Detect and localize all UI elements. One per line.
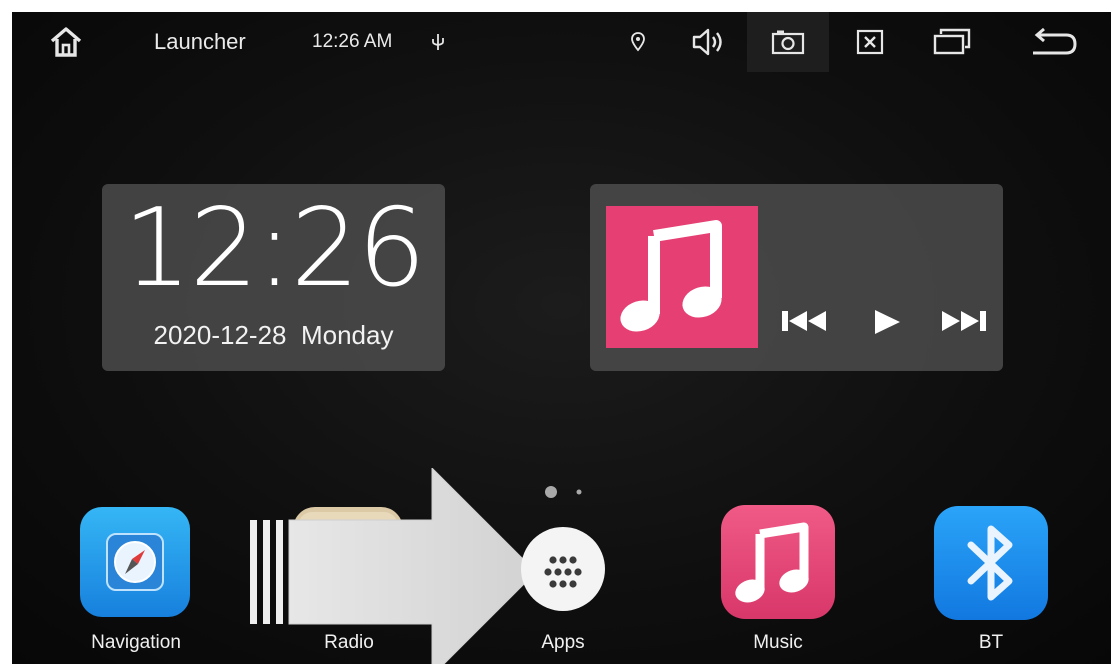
music-widget[interactable] — [590, 184, 1003, 371]
next-icon — [942, 311, 986, 331]
weekday-text: Monday — [300, 320, 394, 350]
back-button[interactable] — [1022, 12, 1084, 72]
navigation-compass-icon — [80, 507, 190, 617]
home-icon — [50, 27, 82, 57]
clock-time: 12:26 — [122, 186, 426, 311]
usb-icon — [428, 12, 448, 72]
play-button[interactable] — [872, 308, 902, 341]
bluetooth-icon — [934, 506, 1048, 620]
previous-button[interactable] — [780, 308, 828, 339]
location-icon — [624, 12, 652, 72]
status-bar: Launcher 12:26 AM — [12, 12, 1111, 72]
close-app-button[interactable] — [848, 12, 892, 72]
apps-app[interactable] — [520, 526, 606, 612]
recent-apps-button[interactable] — [922, 12, 982, 72]
status-time: 12:26 AM — [312, 31, 393, 52]
app-title: Launcher — [154, 29, 246, 54]
next-button[interactable] — [940, 308, 988, 339]
album-art[interactable] — [606, 206, 758, 348]
recent-apps-icon — [933, 28, 971, 55]
play-icon — [875, 310, 900, 334]
music-app[interactable] — [720, 504, 836, 620]
apps-grid-icon — [521, 527, 605, 611]
date-text: 2020-12-28 — [153, 320, 287, 350]
clock-widget[interactable]: 12:26 2020-12-28 Monday — [102, 184, 445, 371]
dock-label-navigation: Navigation — [91, 632, 181, 653]
screenshot-button[interactable] — [747, 12, 829, 72]
home-button[interactable] — [40, 12, 92, 72]
bt-app[interactable] — [933, 505, 1049, 621]
launcher-screen: Launcher 12:26 AM 12:26 2020-12-28 Monda… — [12, 12, 1111, 664]
clock-date: 2020-12-28 Monday — [102, 320, 445, 351]
volume-icon — [692, 28, 722, 56]
dock-label-music: Music — [753, 632, 803, 653]
navigation-app[interactable] — [79, 506, 191, 618]
music-note-icon — [620, 220, 722, 332]
dock-label-apps: Apps — [541, 632, 585, 653]
dock-label-bt: BT — [978, 632, 1004, 653]
camera-icon — [771, 30, 805, 55]
back-icon — [1033, 27, 1077, 55]
close-icon — [856, 29, 884, 55]
previous-icon — [782, 311, 826, 331]
music-note-icon — [721, 505, 835, 619]
page-indicator — [545, 486, 582, 498]
volume-button[interactable] — [684, 12, 734, 72]
